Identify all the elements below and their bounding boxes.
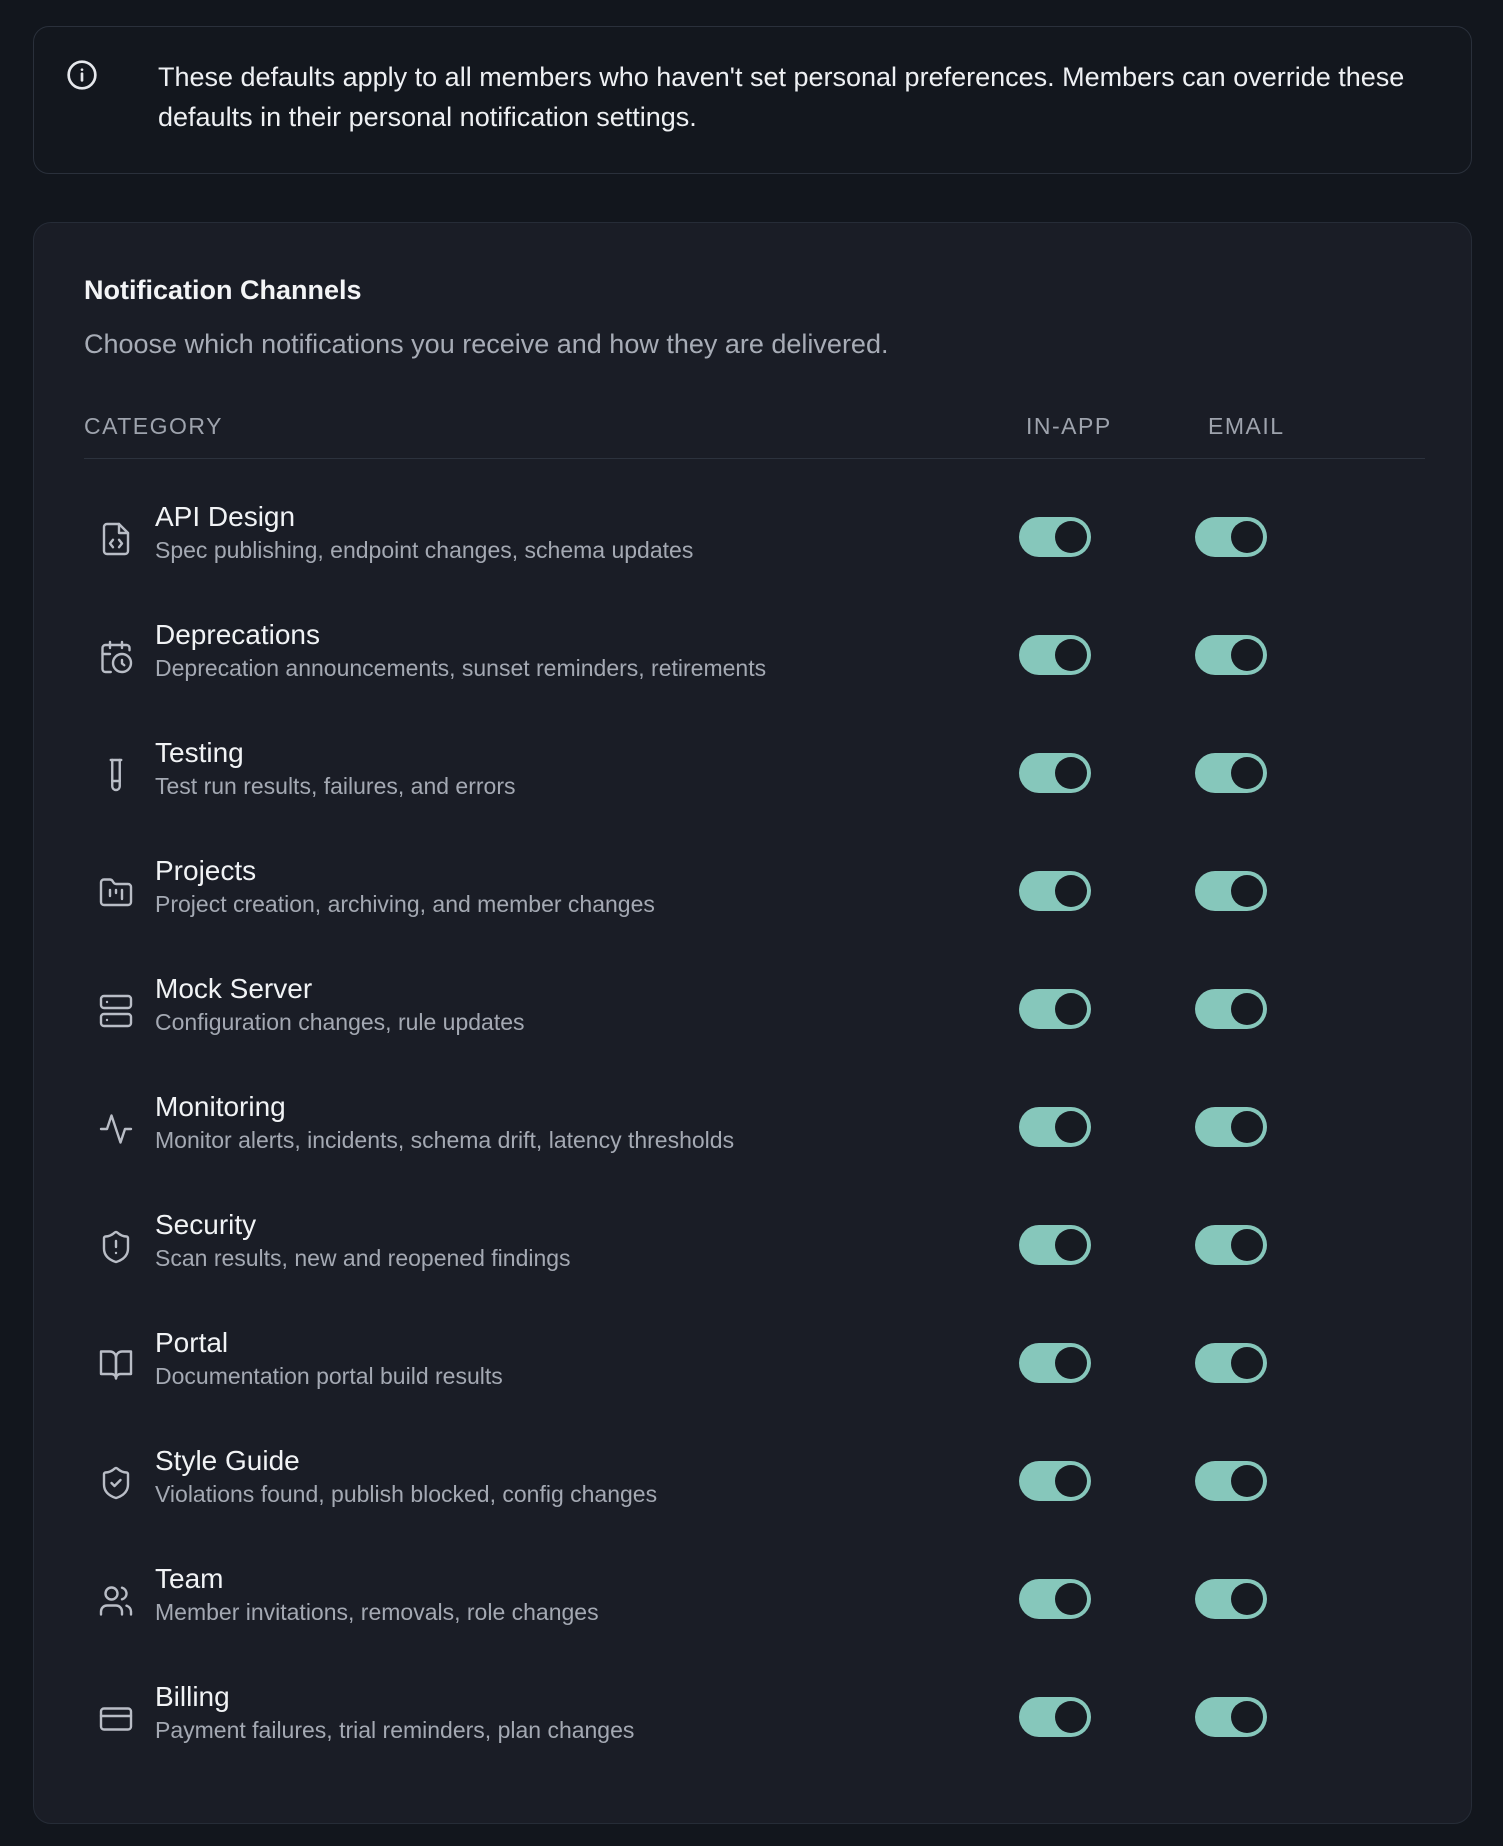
category-name: Style Guide (155, 1445, 300, 1476)
in-app-toggle[interactable] (1019, 1225, 1091, 1265)
toggle-knob (1055, 1465, 1087, 1497)
category-description: Documentation portal build results (155, 1363, 503, 1389)
category-description: Spec publishing, endpoint changes, schem… (155, 537, 694, 563)
email-toggle[interactable] (1195, 1225, 1267, 1265)
book-open-icon (98, 1347, 134, 1383)
category-name: Security (155, 1209, 257, 1240)
category-description: Member invitations, removals, role chang… (155, 1599, 599, 1625)
toggle-knob (1055, 1347, 1087, 1379)
category-description: Payment failures, trial reminders, plan … (155, 1717, 635, 1743)
info-icon (67, 60, 97, 90)
users-icon (98, 1583, 134, 1619)
email-toggle[interactable] (1195, 753, 1267, 793)
category-description: Scan results, new and reopened findings (155, 1245, 571, 1271)
calendar-clock-icon (98, 639, 134, 675)
category-row-portal: Portal Documentation portal build results (34, 1327, 1471, 1453)
shield-check-icon (98, 1465, 134, 1501)
email-toggle[interactable] (1195, 989, 1267, 1029)
toggle-knob (1055, 1701, 1087, 1733)
category-row-team: Team Member invitations, removals, role c… (34, 1563, 1471, 1689)
toggle-knob (1055, 1229, 1087, 1261)
toggle-knob (1231, 1583, 1263, 1615)
toggle-knob (1055, 1111, 1087, 1143)
email-toggle[interactable] (1195, 1461, 1267, 1501)
in-app-toggle[interactable] (1019, 1461, 1091, 1501)
category-row-billing: Billing Payment failures, trial reminders… (34, 1681, 1471, 1807)
card-title: Notification Channels (84, 275, 362, 305)
toggle-knob (1055, 639, 1087, 671)
header-divider (84, 458, 1425, 459)
category-name: Monitoring (155, 1091, 286, 1122)
in-app-toggle[interactable] (1019, 1579, 1091, 1619)
category-description: Violations found, publish blocked, confi… (155, 1481, 658, 1507)
category-row-deprecations: Deprecations Deprecation announcements, s… (34, 619, 1471, 745)
category-row-monitoring: Monitoring Monitor alerts, incidents, sch… (34, 1091, 1471, 1217)
category-row-security: Security Scan results, new and reopened f… (34, 1209, 1471, 1335)
in-app-toggle[interactable] (1019, 1343, 1091, 1383)
info-banner: These defaults apply to all members who … (33, 26, 1472, 174)
email-toggle[interactable] (1195, 1579, 1267, 1619)
toggle-knob (1231, 757, 1263, 789)
category-row-style-guide: Style Guide Violations found, publish blo… (34, 1445, 1471, 1571)
category-name: Mock Server (155, 973, 313, 1004)
category-row-mock-server: Mock Server Configuration changes, rule u… (34, 973, 1471, 1099)
server-icon (98, 993, 134, 1029)
category-description: Deprecation announcements, sunset remind… (155, 655, 767, 681)
in-app-toggle[interactable] (1019, 753, 1091, 793)
column-header-in-app: IN-APP (1026, 413, 1112, 439)
toggle-knob (1231, 639, 1263, 671)
activity-icon (98, 1111, 134, 1147)
category-name: Testing (155, 737, 244, 768)
category-description: Configuration changes, rule updates (155, 1009, 525, 1035)
email-toggle[interactable] (1195, 1697, 1267, 1737)
column-header-email: EMAIL (1208, 413, 1285, 439)
email-toggle[interactable] (1195, 871, 1267, 911)
in-app-toggle[interactable] (1019, 1107, 1091, 1147)
category-name: Billing (155, 1681, 230, 1712)
toggle-knob (1055, 1583, 1087, 1615)
card-subtitle: Choose which notifications you receive a… (84, 329, 889, 359)
category-name: Team (155, 1563, 224, 1594)
toggle-knob (1055, 757, 1087, 789)
category-row-testing: Testing Test run results, failures, and e… (34, 737, 1471, 863)
toggle-knob (1231, 1111, 1263, 1143)
category-description: Test run results, failures, and errors (155, 773, 516, 799)
toggle-knob (1055, 875, 1087, 907)
email-toggle[interactable] (1195, 1107, 1267, 1147)
toggle-knob (1055, 993, 1087, 1025)
toggle-knob (1231, 1465, 1263, 1497)
in-app-toggle[interactable] (1019, 517, 1091, 557)
email-toggle[interactable] (1195, 1343, 1267, 1383)
category-row-api-design: API Design Spec publishing, endpoint chan… (34, 501, 1471, 627)
credit-card-icon (98, 1701, 134, 1737)
toggle-knob (1231, 993, 1263, 1025)
test-tube-icon (98, 757, 134, 793)
notification-channels-card: Notification Channels Choose which notif… (33, 222, 1472, 1824)
toggle-knob (1055, 521, 1087, 553)
category-name: Projects (155, 855, 257, 886)
toggle-knob (1231, 521, 1263, 553)
in-app-toggle[interactable] (1019, 989, 1091, 1029)
category-name: Portal (155, 1327, 229, 1358)
in-app-toggle[interactable] (1019, 635, 1091, 675)
category-row-projects: Projects Project creation, archiving, and… (34, 855, 1471, 981)
toggle-knob (1231, 1229, 1263, 1261)
category-name: API Design (155, 501, 296, 532)
in-app-toggle[interactable] (1019, 1697, 1091, 1737)
category-name: Deprecations (155, 619, 320, 650)
toggle-knob (1231, 1347, 1263, 1379)
toggle-knob (1231, 875, 1263, 907)
info-text: These defaults apply to all members who … (158, 62, 1405, 132)
in-app-toggle[interactable] (1019, 871, 1091, 911)
category-description: Monitor alerts, incidents, schema drift,… (155, 1127, 735, 1153)
email-toggle[interactable] (1195, 635, 1267, 675)
folder-kanban-icon (98, 875, 134, 911)
file-code-icon (98, 521, 134, 557)
email-toggle[interactable] (1195, 517, 1267, 557)
toggle-knob (1231, 1701, 1263, 1733)
shield-alert-icon (98, 1229, 134, 1265)
column-header-category: CATEGORY (84, 413, 223, 439)
category-description: Project creation, archiving, and member … (155, 891, 655, 917)
